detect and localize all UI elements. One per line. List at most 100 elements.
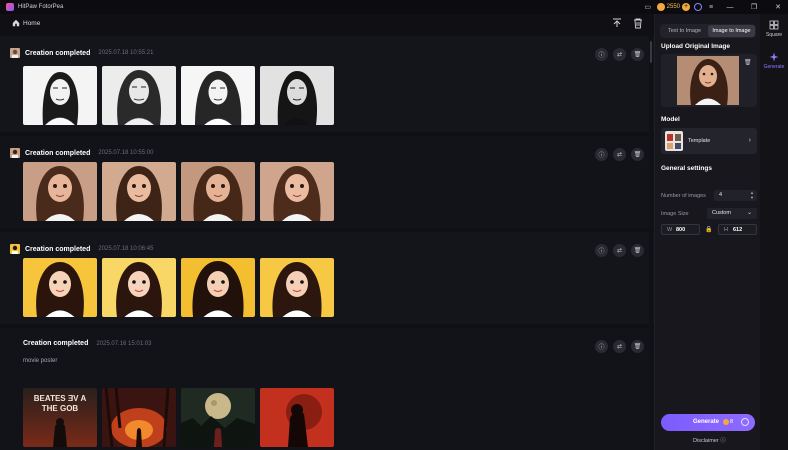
credits-balance[interactable]: 2550 +	[656, 3, 690, 11]
prompt-text: movie poster	[23, 358, 58, 364]
delete-icon[interactable]: 🗑	[631, 48, 644, 61]
generate-button[interactable]: Generate 8	[661, 414, 755, 431]
image-size-value: Custom	[712, 210, 731, 216]
settings-panel: Text to Image Image to Image Upload Orig…	[654, 14, 760, 450]
info-icon[interactable]: ⓘ	[595, 244, 608, 257]
regenerate-icon[interactable]: ⇄	[613, 48, 626, 61]
result-image[interactable]	[181, 258, 255, 317]
section-title: Creation completed	[25, 245, 91, 253]
section-date: 2025.07.18 10:55:00	[98, 150, 154, 156]
app-title: HitPaw FotorPea	[18, 4, 64, 10]
add-credits-icon[interactable]: +	[682, 3, 690, 11]
clear-all-trash-icon[interactable]	[632, 17, 644, 29]
home-icon[interactable]	[12, 19, 20, 27]
model-label: Model	[661, 116, 680, 123]
poster-title-line1: BEATES ƎV A	[34, 394, 87, 403]
num-images-value: 4	[719, 192, 723, 198]
result-image[interactable]	[181, 66, 255, 125]
result-image[interactable]	[102, 66, 176, 125]
section-title: Creation completed	[23, 340, 89, 347]
creation-card: Creation completed 2025.07.18 10:55:21 ⓘ…	[0, 36, 654, 132]
feed-scrollbar-thumb[interactable]	[650, 41, 652, 63]
tab-image-to-image[interactable]: Image to Image	[708, 25, 755, 37]
result-image[interactable]	[102, 162, 176, 221]
info-icon[interactable]: ⓘ	[595, 48, 608, 61]
user-avatar[interactable]	[694, 3, 702, 11]
aspect-lock-icon[interactable]: 🔒	[705, 226, 712, 234]
stepper-arrows-icon[interactable]: ▲ ▼	[750, 190, 754, 200]
section-title: Creation completed	[25, 49, 91, 57]
regenerate-icon[interactable]: ⇄	[613, 244, 626, 257]
result-image[interactable]	[102, 388, 176, 447]
model-selector[interactable]: Template ›	[661, 128, 757, 154]
minimize-button[interactable]: —	[720, 0, 740, 14]
num-images-label: Number of images	[661, 193, 706, 199]
result-image[interactable]	[260, 258, 334, 317]
close-button[interactable]: ✕	[768, 0, 788, 14]
gamepad-icon[interactable]: ▭	[643, 2, 653, 12]
info-icon[interactable]: ⓘ	[595, 340, 608, 353]
app-logo-icon	[6, 3, 14, 11]
result-image[interactable]	[23, 258, 97, 317]
delete-icon[interactable]: 🗑	[631, 244, 644, 257]
regenerate-icon[interactable]: ⇄	[613, 340, 626, 353]
info-icon[interactable]: ⓘ	[595, 148, 608, 161]
result-image[interactable]	[260, 66, 334, 125]
source-thumbnail	[10, 48, 20, 58]
result-image[interactable]	[102, 258, 176, 317]
model-thumbnail	[665, 131, 683, 151]
width-key: W	[667, 227, 673, 233]
rail-label-generate: Generate	[763, 64, 785, 70]
section-date: 2025.07.18 10:55:21	[98, 50, 154, 56]
title-bar: HitPaw FotorPea ▭ 2550 + ≡ — ❐ ✕	[0, 0, 788, 14]
result-image[interactable]	[23, 66, 97, 125]
height-key: H	[724, 227, 728, 233]
image-size-select[interactable]: Custom ⌄	[707, 208, 757, 219]
result-image[interactable]	[181, 388, 255, 447]
height-field[interactable]: H 612	[718, 224, 757, 235]
upload-label: Upload Original Image	[661, 43, 730, 50]
chevron-right-icon: ›	[748, 137, 751, 144]
source-thumbnail	[10, 244, 20, 254]
rail-label-square: Square	[765, 32, 783, 38]
delete-icon[interactable]: 🗑	[631, 340, 644, 353]
width-field[interactable]: W 800	[661, 224, 700, 235]
result-image[interactable]: BEATES ƎV A THE GOB	[23, 388, 97, 447]
poster-title-line2: THE GOB	[42, 404, 79, 413]
maximize-button[interactable]: ❐	[744, 0, 764, 14]
upload-area[interactable]: 🗑	[661, 54, 757, 107]
num-images-stepper[interactable]: 4 ▲ ▼	[714, 190, 757, 201]
rail-item-square[interactable]: Square	[760, 20, 788, 38]
general-settings-label: General settings	[661, 165, 712, 172]
result-image[interactable]	[260, 162, 334, 221]
generate-cost: 8	[730, 419, 734, 425]
coin-icon	[656, 3, 665, 11]
uploaded-image	[677, 56, 739, 105]
scroll-top-icon[interactable]	[611, 17, 623, 29]
tab-text-to-image[interactable]: Text to Image	[661, 25, 708, 37]
regenerate-icon[interactable]: ⇄	[613, 148, 626, 161]
menu-icon[interactable]: ≡	[706, 2, 716, 12]
grid-icon	[769, 20, 779, 30]
image-size-label: Image Size	[661, 211, 689, 217]
clock-icon[interactable]	[741, 418, 749, 426]
generate-label: Generate	[693, 419, 720, 425]
result-image[interactable]	[181, 162, 255, 221]
delete-icon[interactable]: 🗑	[631, 148, 644, 161]
feed-scrollbar[interactable]	[649, 36, 653, 450]
coin-icon	[723, 419, 729, 425]
disclaimer-link[interactable]: Disclaimer ⓘ	[693, 436, 726, 444]
credits-count: 2550	[666, 4, 680, 10]
section-date: 2025.07.16 15:01:03	[96, 340, 152, 347]
section-title: Creation completed	[25, 149, 91, 157]
mode-tabs: Text to Image Image to Image	[660, 24, 756, 38]
result-image[interactable]	[23, 162, 97, 221]
height-value: 612	[733, 227, 743, 233]
model-name: Template	[688, 138, 711, 144]
remove-image-icon[interactable]: 🗑	[744, 59, 752, 67]
side-rail: Square Generate	[760, 14, 788, 450]
rail-item-generate[interactable]: Generate	[760, 52, 788, 70]
feed-header: Home	[0, 14, 654, 34]
result-image[interactable]	[260, 388, 334, 447]
home-link[interactable]: Home	[23, 20, 40, 27]
